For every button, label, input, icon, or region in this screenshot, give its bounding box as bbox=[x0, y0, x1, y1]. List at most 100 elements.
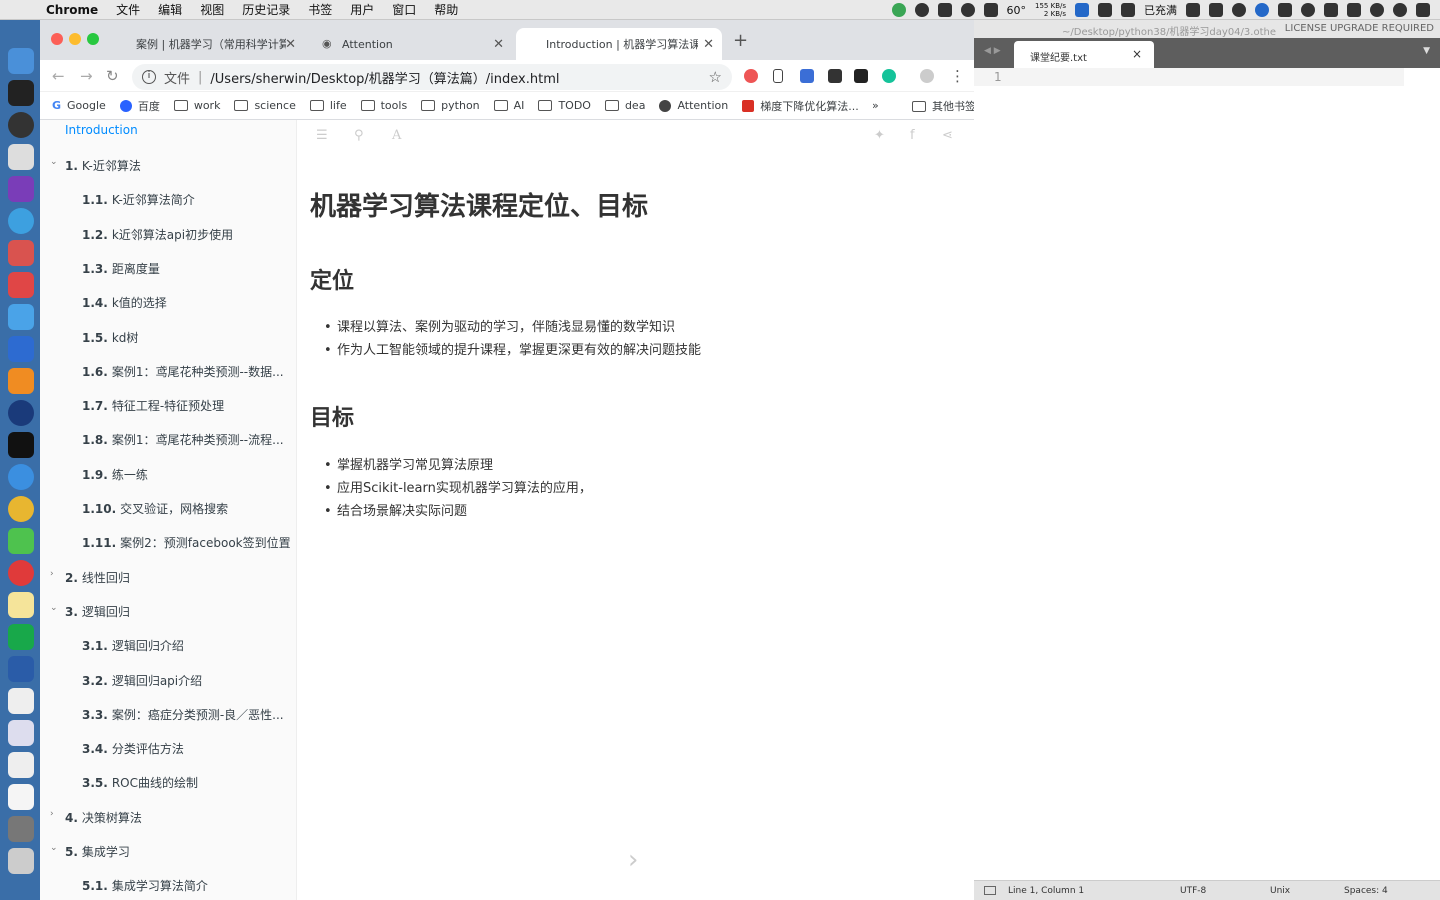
minimize-window-button[interactable] bbox=[69, 33, 81, 45]
sync-icon[interactable] bbox=[1347, 3, 1361, 17]
facebook-icon[interactable]: f bbox=[910, 128, 915, 143]
sidebar-item[interactable]: 1.1. K-近邻算法简介 bbox=[40, 191, 195, 208]
bookmark-python[interactable]: python bbox=[421, 99, 480, 112]
sidebar-item[interactable]: 1.11. 案例2：预测facebook签到位置 bbox=[40, 534, 291, 551]
sidebar-item[interactable]: 1.3. 距离度量 bbox=[40, 260, 160, 277]
dict-extension-icon[interactable] bbox=[800, 69, 814, 83]
close-tab-icon[interactable]: ✕ bbox=[703, 37, 714, 52]
toggle-sidebar-icon[interactable]: ☰ bbox=[316, 128, 328, 143]
menu-file[interactable]: 文件 bbox=[116, 1, 140, 18]
new-tab-icon[interactable]: + bbox=[733, 30, 748, 51]
sidebar-item[interactable]: 1.8. 案例1：鸢尾花种类预测--流程... bbox=[40, 431, 284, 448]
bookmark-work[interactable]: work bbox=[173, 99, 220, 112]
file-icon[interactable] bbox=[8, 784, 34, 810]
bookmark-science[interactable]: science bbox=[234, 99, 296, 112]
dot-icon[interactable] bbox=[1370, 3, 1384, 17]
notes-icon[interactable] bbox=[8, 592, 34, 618]
tab-nav-arrows-icon[interactable]: ◀ ▶ bbox=[984, 46, 1001, 56]
chevron-down-icon[interactable]: ⌄ bbox=[50, 157, 58, 167]
sidebar-item[interactable]: 3.5. ROC曲线的绘制 bbox=[40, 774, 198, 791]
sidebar-item[interactable]: 3.2. 逻辑回归api介绍 bbox=[40, 672, 202, 689]
menu-history[interactable]: 历史记录 bbox=[242, 1, 290, 18]
editor-tab[interactable]: 课堂纪要.txt × bbox=[1014, 41, 1154, 68]
downloads-icon[interactable] bbox=[8, 816, 34, 842]
sidebar-item[interactable]: 3.4. 分类评估方法 bbox=[40, 740, 184, 757]
bookmark-attention[interactable]: Attention bbox=[659, 99, 728, 112]
bookmarks-overflow-button[interactable]: » bbox=[872, 99, 879, 112]
url-text[interactable]: /Users/sherwin/Desktop/机器学习（算法篇）/index.h… bbox=[210, 68, 559, 87]
menu-view[interactable]: 视图 bbox=[200, 1, 224, 18]
bookmark-life[interactable]: life bbox=[309, 99, 347, 112]
search-icon[interactable]: ⚲ bbox=[354, 128, 364, 143]
sidebar-item[interactable]: › 2. 线性回归 bbox=[40, 569, 130, 586]
sidebar-item[interactable]: 1.9. 练一练 bbox=[40, 466, 148, 483]
sidebar-item[interactable]: 1.2. k近邻算法api初步使用 bbox=[40, 226, 233, 243]
sidebar-item-introduction[interactable]: Introduction bbox=[65, 123, 138, 137]
menu-bookmarks[interactable]: 书签 bbox=[308, 1, 332, 18]
time-machine-icon[interactable] bbox=[1393, 3, 1407, 17]
share-icon[interactable]: ⋖ bbox=[942, 128, 953, 143]
remote-desktop-icon[interactable] bbox=[8, 720, 34, 746]
trash-icon[interactable] bbox=[8, 848, 34, 874]
zoom-window-button[interactable] bbox=[87, 33, 99, 45]
safari-icon[interactable] bbox=[8, 464, 34, 490]
bookmark-other[interactable]: 其他书签 bbox=[912, 92, 976, 120]
x-extension-icon[interactable] bbox=[828, 69, 842, 83]
pycharm-icon[interactable] bbox=[8, 624, 34, 650]
document-icon[interactable] bbox=[8, 688, 34, 714]
menu-people[interactable]: 用户 bbox=[350, 1, 374, 18]
line-endings-indicator[interactable]: Unix bbox=[1270, 886, 1290, 896]
panel-toggle-icon[interactable] bbox=[984, 886, 996, 895]
sidebar-item[interactable]: ⌄ 5. 集成学习 bbox=[40, 843, 130, 860]
chevron-right-icon[interactable]: › bbox=[50, 569, 54, 579]
menu-help[interactable]: 帮助 bbox=[434, 1, 458, 18]
clock-status-icon[interactable] bbox=[960, 3, 975, 17]
editor-line[interactable]: 1 bbox=[974, 68, 1404, 86]
forward-icon[interactable]: → bbox=[80, 67, 93, 85]
volume-icon[interactable] bbox=[1324, 3, 1338, 17]
activity-monitor-icon[interactable] bbox=[8, 432, 34, 458]
cloud-icon[interactable] bbox=[937, 3, 952, 17]
sidebar-item[interactable]: 3.3. 案例：癌症分类预测-良／恶性... bbox=[40, 706, 284, 723]
cloud-drive-icon[interactable] bbox=[8, 240, 34, 266]
bookmark-google[interactable]: G Google bbox=[52, 99, 106, 112]
tab-case[interactable]: 案例 | 机器学习（常用科学计算 ✕ bbox=[106, 28, 304, 60]
translate-extension-icon[interactable] bbox=[744, 69, 758, 83]
onenote-icon[interactable] bbox=[8, 176, 34, 202]
sidebar-item[interactable]: ⌄ 3. 逻辑回归 bbox=[40, 603, 130, 620]
sublime-icon[interactable] bbox=[8, 368, 34, 394]
tab-introduction[interactable]: Introduction | 机器学习算法课 ✕ bbox=[516, 28, 722, 60]
netease-music-icon[interactable] bbox=[8, 560, 34, 586]
encoding-indicator[interactable]: UTF-8 bbox=[1180, 886, 1206, 896]
media-player-icon[interactable] bbox=[8, 400, 34, 426]
bookmark-ai[interactable]: AI bbox=[493, 99, 524, 112]
grammarly-icon[interactable] bbox=[882, 69, 896, 83]
bookmark-status-icon[interactable] bbox=[1098, 3, 1112, 17]
preview-icon[interactable] bbox=[8, 752, 34, 778]
notification-center-icon[interactable] bbox=[1416, 3, 1430, 17]
terminal-icon[interactable] bbox=[8, 80, 34, 106]
twitter-icon[interactable]: ✦ bbox=[874, 128, 885, 143]
app-status-icon[interactable] bbox=[914, 3, 929, 17]
wechat-status-icon[interactable] bbox=[1186, 3, 1200, 17]
sidebar-item[interactable]: 1.5. kd树 bbox=[40, 329, 138, 346]
tab-dropdown-icon[interactable]: ▼ bbox=[1423, 46, 1430, 56]
migration-icon[interactable] bbox=[8, 656, 34, 682]
ppt-icon[interactable] bbox=[8, 336, 34, 362]
monitor-icon[interactable] bbox=[1075, 3, 1089, 17]
chevron-right-icon[interactable]: › bbox=[50, 809, 54, 819]
bookmark-star-icon[interactable]: ☆ bbox=[709, 68, 722, 86]
sidebar-item[interactable]: ⌄ 1. K-近邻算法 bbox=[40, 157, 141, 174]
back-icon[interactable]: ← bbox=[52, 67, 65, 85]
chevron-down-icon[interactable]: ⌄ bbox=[50, 843, 58, 853]
grid-icon[interactable] bbox=[1209, 3, 1223, 17]
bookmark-baidu[interactable]: 百度 bbox=[119, 98, 160, 114]
close-tab-icon[interactable]: ✕ bbox=[493, 37, 504, 52]
terminal-status-icon[interactable] bbox=[1121, 3, 1135, 17]
chrome-menu-icon[interactable]: ⋮ bbox=[950, 67, 965, 85]
sidebar-item[interactable]: › 4. 决策树算法 bbox=[40, 809, 142, 826]
close-window-button[interactable] bbox=[51, 33, 63, 45]
sidebar-item[interactable]: 1.4. k值的选择 bbox=[40, 294, 167, 311]
paint-icon[interactable] bbox=[8, 304, 34, 330]
reader-extension-icon[interactable] bbox=[854, 69, 868, 83]
